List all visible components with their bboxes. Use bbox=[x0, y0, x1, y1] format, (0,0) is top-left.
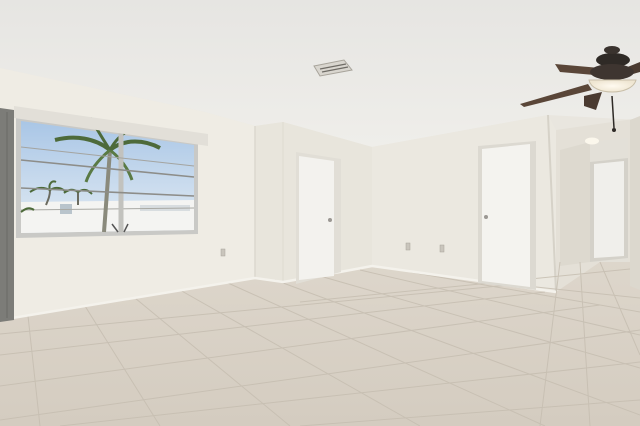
outlet-center bbox=[405, 242, 411, 251]
door-knob[interactable] bbox=[328, 218, 332, 222]
outlet-right bbox=[439, 244, 445, 253]
hallway-door bbox=[590, 158, 628, 262]
right-wall-edge bbox=[630, 116, 640, 290]
room-scene bbox=[0, 0, 640, 426]
door-knob-right[interactable] bbox=[484, 215, 488, 219]
hallway-side-wall bbox=[560, 142, 590, 266]
door-right[interactable] bbox=[478, 141, 536, 290]
hallway-light bbox=[585, 137, 599, 145]
outlet-left bbox=[220, 248, 226, 257]
door-center[interactable] bbox=[296, 152, 341, 284]
